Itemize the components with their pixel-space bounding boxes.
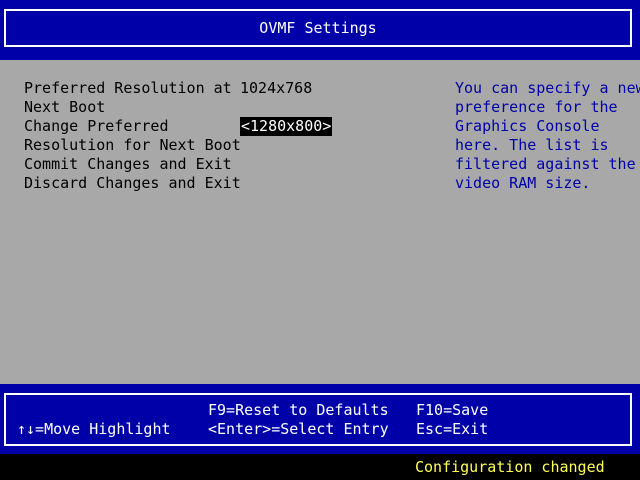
commit-changes-and-exit-item[interactable]: Commit Changes and Exit	[24, 155, 232, 174]
discard-changes-and-exit-item[interactable]: Discard Changes and Exit	[24, 174, 241, 193]
f10-save-hint: F10=Save	[416, 401, 489, 419]
settings-panel: Preferred Resolution at Next Boot 1024x7…	[0, 60, 640, 384]
move-highlight-hint: ↑↓=Move Highlight	[17, 420, 171, 438]
help-text-line: here. The list is	[455, 136, 609, 154]
esc-exit-hint: Esc=Exit	[416, 420, 489, 438]
change-preferred-resolution-selector[interactable]: <1280x800>	[240, 117, 333, 136]
preferred-resolution-value: 1024x768	[240, 79, 313, 97]
help-text-line: You can specify a new	[455, 79, 640, 97]
help-text-line: filtered against the	[455, 155, 636, 173]
preferred-resolution-label-line1: Preferred Resolution at	[24, 79, 232, 97]
preferred-resolution-label-line2: Next Boot	[24, 98, 106, 116]
status-message: Configuration changed	[415, 458, 605, 476]
f9-reset-defaults-hint: F9=Reset to Defaults	[208, 401, 389, 419]
page-title: OVMF Settings	[259, 18, 377, 37]
help-text-line: preference for the	[455, 98, 618, 116]
footer-frame: F9=Reset to Defaults F10=Save ↑↓=Move Hi…	[4, 393, 632, 446]
change-preferred-label-line2[interactable]: Resolution for Next Boot	[24, 136, 241, 155]
help-text-line: video RAM size.	[455, 174, 591, 192]
status-bar: Configuration changed	[0, 454, 640, 480]
header-bar: OVMF Settings	[0, 0, 640, 60]
help-text-line: Graphics Console	[455, 117, 600, 135]
footer-bar: F9=Reset to Defaults F10=Save ↑↓=Move Hi…	[0, 384, 640, 454]
header-frame: OVMF Settings	[4, 9, 632, 47]
enter-select-entry-hint: <Enter>=Select Entry	[208, 420, 389, 438]
change-preferred-label-line1[interactable]: Change Preferred	[24, 117, 169, 136]
